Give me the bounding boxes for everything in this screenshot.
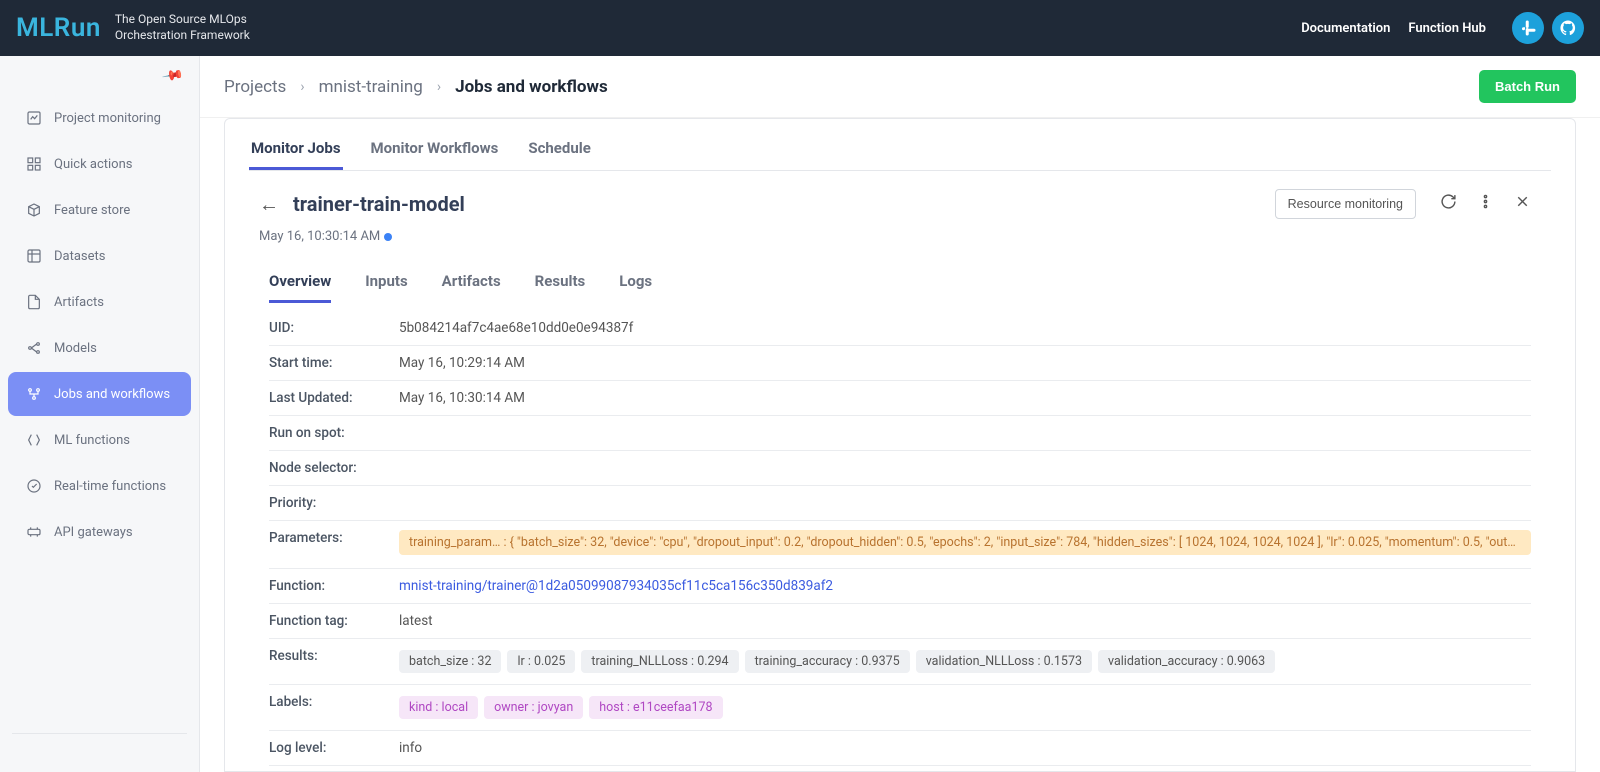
- github-icon[interactable]: [1552, 12, 1584, 44]
- sidebar-item-datasets[interactable]: Datasets: [8, 234, 191, 278]
- label-function: Function:: [269, 578, 399, 594]
- label-chip[interactable]: kind : local: [399, 696, 478, 719]
- subtab-artifacts[interactable]: Artifacts: [442, 264, 501, 303]
- value-uid: 5b084214af7c4ae68e10dd0e0e94387f: [399, 320, 1531, 336]
- more-vert-icon[interactable]: [1477, 193, 1494, 215]
- subtab-inputs[interactable]: Inputs: [365, 264, 407, 303]
- batch-run-button[interactable]: Batch Run: [1479, 70, 1576, 103]
- sidebar: 📌 Project monitoring Quick actions Featu…: [0, 56, 200, 772]
- result-chip[interactable]: validation_accuracy : 0.9063: [1098, 650, 1275, 673]
- label-node: Node selector:: [269, 460, 399, 476]
- subtab-overview[interactable]: Overview: [269, 264, 331, 303]
- tab-monitor-jobs[interactable]: Monitor Jobs: [249, 131, 343, 170]
- main-content: Projects › mnist-training › Jobs and wor…: [200, 56, 1600, 772]
- slack-icon[interactable]: [1512, 12, 1544, 44]
- value-ftag: latest: [399, 613, 1531, 629]
- value-labels: kind : local owner : jovyan host : e11ceef…: [399, 694, 1531, 721]
- label-spot: Run on spot:: [269, 425, 399, 441]
- tab-monitor-workflows[interactable]: Monitor Workflows: [369, 131, 501, 170]
- pin-icon[interactable]: 📌: [161, 64, 184, 87]
- resource-monitoring-button[interactable]: Resource monitoring: [1275, 189, 1416, 219]
- sidebar-item-models[interactable]: Models: [8, 326, 191, 370]
- logo[interactable]: MLRun: [16, 13, 101, 43]
- sidebar-item-project-monitoring[interactable]: Project monitoring: [8, 96, 191, 140]
- breadcrumb: Projects › mnist-training › Jobs and wor…: [200, 56, 1600, 118]
- label-start: Start time:: [269, 355, 399, 371]
- main-tabs: Monitor Jobs Monitor Workflows Schedule: [249, 119, 1551, 171]
- status-dot-icon: [384, 233, 392, 241]
- sidebar-item-artifacts[interactable]: Artifacts: [8, 280, 191, 324]
- value-start: May 16, 10:29:14 AM: [399, 355, 1531, 371]
- value-results: batch_size : 32 lr : 0.025 training_NLLLos…: [399, 648, 1531, 675]
- close-icon[interactable]: [1514, 193, 1531, 215]
- refresh-icon[interactable]: [1440, 193, 1457, 215]
- link-function-hub[interactable]: Function Hub: [1408, 21, 1486, 36]
- result-chip[interactable]: validation_NLLLoss : 0.1573: [916, 650, 1092, 673]
- subtab-results[interactable]: Results: [535, 264, 586, 303]
- result-chip[interactable]: training_NLLLoss : 0.294: [581, 650, 738, 673]
- result-chip[interactable]: training_accuracy : 0.9375: [745, 650, 910, 673]
- job-title: trainer-train-model: [293, 192, 465, 216]
- label-updated: Last Updated:: [269, 390, 399, 406]
- label-parameters: Parameters:: [269, 530, 399, 546]
- value-updated: May 16, 10:30:14 AM: [399, 390, 1531, 406]
- label-results: Results:: [269, 648, 399, 664]
- subtab-logs[interactable]: Logs: [619, 264, 652, 303]
- sidebar-item-realtime-functions[interactable]: Real-time functions: [8, 464, 191, 508]
- result-chip[interactable]: batch_size : 32: [399, 650, 501, 673]
- crumb-current: Jobs and workflows: [455, 77, 608, 97]
- sidebar-item-quick-actions[interactable]: Quick actions: [8, 142, 191, 186]
- chevron-right-icon: ›: [300, 79, 304, 95]
- label-ftag: Function tag:: [269, 613, 399, 629]
- chevron-right-icon: ›: [437, 79, 441, 95]
- overview-details[interactable]: UID:5b084214af7c4ae68e10dd0e0e94387f Sta…: [249, 303, 1551, 771]
- label-labels: Labels:: [269, 694, 399, 710]
- label-chip[interactable]: owner : jovyan: [484, 696, 583, 719]
- label-loglevel: Log level:: [269, 740, 399, 756]
- sidebar-item-api-gateways[interactable]: API gateways: [8, 510, 191, 554]
- value-loglevel: info: [399, 740, 1531, 756]
- sidebar-item-ml-functions[interactable]: ML functions: [8, 418, 191, 462]
- label-chip[interactable]: host : e11ceefaa178: [589, 696, 722, 719]
- link-documentation[interactable]: Documentation: [1301, 21, 1390, 36]
- sidebar-item-feature-store[interactable]: Feature store: [8, 188, 191, 232]
- tab-schedule[interactable]: Schedule: [526, 131, 592, 170]
- result-chip[interactable]: lr : 0.025: [507, 650, 575, 673]
- crumb-project[interactable]: mnist-training: [319, 77, 423, 97]
- sub-tabs: Overview Inputs Artifacts Results Logs: [249, 252, 1551, 303]
- top-header: MLRun The Open Source MLOps Orchestratio…: [0, 0, 1600, 56]
- job-timestamp: May 16, 10:30:14 AM: [249, 225, 1551, 252]
- parameter-chip[interactable]: training_param… : { "batch_size": 32, "d…: [399, 530, 1531, 555]
- sidebar-item-jobs-workflows[interactable]: Jobs and workflows: [8, 372, 191, 416]
- tagline: The Open Source MLOps Orchestration Fram…: [115, 12, 250, 43]
- label-uid: UID:: [269, 320, 399, 336]
- crumb-projects[interactable]: Projects: [224, 77, 286, 97]
- function-link[interactable]: mnist-training/trainer@1d2a0509908793403…: [399, 578, 833, 594]
- back-arrow-icon[interactable]: ←: [259, 192, 279, 217]
- job-header: ← trainer-train-model Resource monitorin…: [249, 171, 1551, 225]
- label-priority: Priority:: [269, 495, 399, 511]
